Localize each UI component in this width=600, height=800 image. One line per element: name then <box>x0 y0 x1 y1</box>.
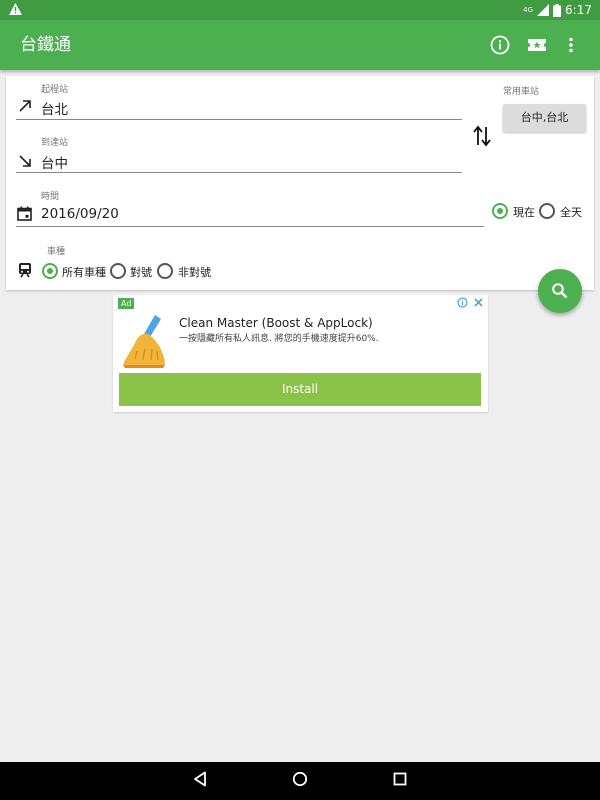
cell-signal-icon <box>537 4 550 16</box>
radio-non-reserved[interactable] <box>157 263 173 279</box>
radio-all-trains-label: 所有車種 <box>62 266 106 279</box>
navigation-bar <box>0 762 600 800</box>
radio-all-day[interactable] <box>539 203 555 219</box>
signal-label: 4G <box>523 6 534 14</box>
ad-title: Clean Master (Boost & AppLock) <box>179 316 373 330</box>
home-icon[interactable] <box>292 771 308 787</box>
time-label: 時間 <box>41 192 60 202</box>
ticket-icon[interactable] <box>525 33 549 57</box>
ad-banner[interactable]: Ad Clean Master (Boost & AppLock) 一按隱藏所有… <box>113 295 488 412</box>
radio-all-day-label: 全天 <box>560 206 582 219</box>
install-button[interactable]: Install <box>119 373 481 406</box>
recents-icon[interactable] <box>393 771 407 787</box>
train-type-label: 車種 <box>47 247 66 257</box>
radio-now-label: 現在 <box>513 206 535 219</box>
favorite-station-button[interactable]: 台中,台北 <box>503 104 586 132</box>
ad-close-icon[interactable] <box>473 297 484 308</box>
from-station-label: 起程站 <box>41 85 69 95</box>
arrow-down-right-icon <box>19 155 31 167</box>
to-station-input[interactable]: 台中 <box>41 152 68 172</box>
ad-description: 一按隱藏所有私人訊息. 將您的手機速度提升60%. <box>179 334 379 344</box>
clean-master-broom-icon <box>123 315 165 368</box>
back-icon[interactable] <box>193 771 207 787</box>
overflow-menu-icon[interactable] <box>559 33 583 57</box>
swap-vertical-icon[interactable] <box>472 125 492 147</box>
to-station-underline <box>16 172 462 173</box>
radio-non-reserved-label: 非對號 <box>178 266 211 279</box>
radio-reserved[interactable] <box>110 263 126 279</box>
arrow-up-right-icon <box>19 100 31 112</box>
from-station-input[interactable]: 台北 <box>41 98 68 118</box>
date-input[interactable]: 2016/09/20 <box>41 206 119 222</box>
search-icon <box>552 283 568 299</box>
app-bar: 台鐵通 <box>0 20 600 70</box>
to-station-label: 到達站 <box>41 138 69 148</box>
radio-all-trains[interactable] <box>42 263 58 279</box>
radio-reserved-label: 對號 <box>130 266 152 279</box>
ad-info-icon[interactable] <box>457 297 468 308</box>
battery-icon <box>553 3 562 17</box>
warning-icon <box>9 3 22 15</box>
info-icon[interactable] <box>488 33 512 57</box>
search-form-card: 起程站 台北 到達站 台中 常用車站 台中,台北 時間 2016/09/20 現… <box>6 76 594 290</box>
favorite-stations-label: 常用車站 <box>503 87 540 97</box>
clock: 6:17 <box>565 3 592 17</box>
app-title: 台鐵通 <box>20 35 71 55</box>
search-button[interactable] <box>538 269 582 313</box>
from-station-underline <box>16 119 462 120</box>
train-icon <box>19 263 31 278</box>
status-bar: 4G 6:17 <box>0 0 600 20</box>
date-underline <box>16 226 484 227</box>
ad-badge: Ad <box>118 298 135 309</box>
calendar-icon <box>17 206 32 221</box>
radio-now[interactable] <box>492 203 508 219</box>
